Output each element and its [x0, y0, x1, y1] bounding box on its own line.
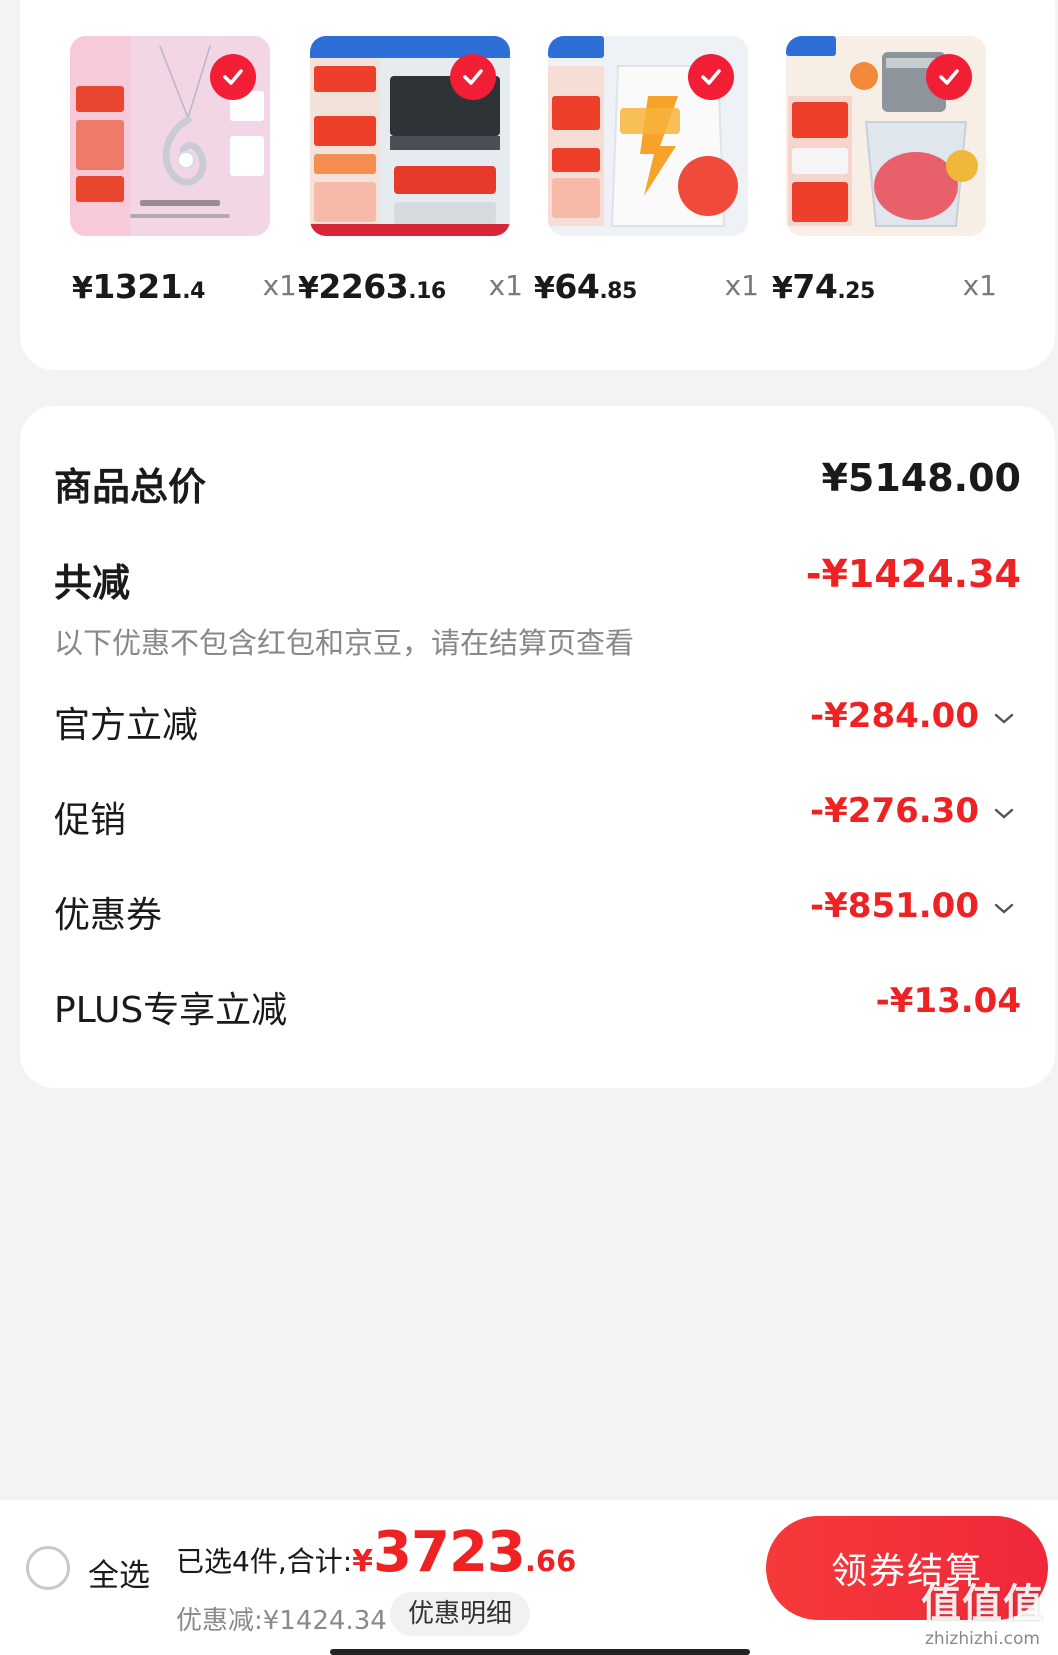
discount-value: -¥851.00: [810, 886, 979, 926]
product-thumbnail-3[interactable]: [548, 36, 748, 236]
total-amount-integer: 3723: [373, 1520, 526, 1585]
home-indicator[interactable]: [330, 1649, 750, 1655]
select-all-label[interactable]: 全选: [88, 1550, 150, 1595]
chevron-down-icon[interactable]: [993, 902, 1015, 916]
watermark-logo: 值值值: [921, 1581, 1044, 1627]
discount-value: -¥13.04: [875, 981, 1021, 1021]
product-quantity: x1: [962, 269, 997, 302]
discount-row-coupon[interactable]: 优惠券 -¥851.00: [54, 886, 1021, 936]
discount-label: 优惠券: [54, 895, 163, 936]
discount-note: 以下优惠不包含红包和京豆，请在结算页查看: [54, 626, 635, 660]
discount-value: -¥276.30: [810, 791, 979, 831]
selected-count-text: 已选4件,合计:: [176, 1545, 353, 1578]
checkout-bar: 全选 已选4件,合计:¥3723.66 优惠减:¥1424.34 优惠明细 领券…: [0, 1500, 1058, 1655]
goods-total-label: 商品总价: [54, 465, 207, 509]
goods-total-row: 商品总价 ¥5148.00: [54, 456, 1021, 509]
selected-check-icon[interactable]: [210, 54, 256, 100]
product-quantity: x1: [724, 269, 759, 302]
total-amount-decimal: .66: [524, 1544, 577, 1578]
product-price-row-4: ¥74.25 x1: [772, 262, 997, 306]
product-price: ¥64.85: [534, 267, 637, 306]
total-reduction-label: 共减: [54, 561, 131, 605]
product-price: ¥1321.4: [72, 267, 205, 306]
select-all-checkbox[interactable]: [26, 1546, 70, 1590]
discount-row-plus: PLUS专享立减 -¥13.04: [54, 981, 1021, 1031]
total-reduction-row: 共减 -¥1424.34: [54, 552, 1021, 605]
discount-label: 官方立减: [54, 705, 199, 746]
discount-value: -¥284.00: [810, 696, 979, 736]
products-card: ¥1321.4 x1 ¥2263.16 x1 ¥64.85 x1 ¥74.25 …: [20, 0, 1055, 370]
watermark-url: zhizhizhi.com: [925, 1629, 1040, 1649]
product-quantity: x1: [262, 269, 297, 302]
discount-summary-text: 优惠减:¥1424.34: [176, 1606, 387, 1636]
discount-detail-button[interactable]: 优惠明细: [390, 1592, 531, 1636]
product-thumbnail-2[interactable]: [310, 36, 510, 236]
selected-check-icon[interactable]: [926, 54, 972, 100]
selected-check-icon[interactable]: [688, 54, 734, 100]
discount-label: 促销: [54, 800, 127, 841]
product-thumbnail-1[interactable]: [70, 36, 270, 236]
discount-label: PLUS专享立减: [54, 990, 288, 1031]
total-currency: ¥: [352, 1544, 374, 1579]
product-price: ¥2263.16: [298, 267, 446, 306]
total-reduction-value: -¥1424.34: [805, 552, 1021, 596]
product-price-row-2: ¥2263.16 x1: [298, 262, 523, 306]
chevron-down-icon[interactable]: [993, 712, 1015, 726]
chevron-down-icon[interactable]: [993, 807, 1015, 821]
price-summary-card: 商品总价 ¥5148.00 共减 -¥1424.34 以下优惠不包含红包和京豆，…: [20, 406, 1055, 1088]
product-quantity: x1: [488, 269, 523, 302]
product-price-row-3: ¥64.85 x1: [534, 262, 759, 306]
selected-check-icon[interactable]: [450, 54, 496, 100]
product-price-row-1: ¥1321.4 x1: [72, 262, 297, 306]
goods-total-value: ¥5148.00: [821, 456, 1021, 500]
discount-row-promotion[interactable]: 促销 -¥276.30: [54, 791, 1021, 841]
product-price: ¥74.25: [772, 267, 875, 306]
discount-row-official[interactable]: 官方立减 -¥284.00: [54, 696, 1021, 746]
product-thumbnail-4[interactable]: [786, 36, 986, 236]
selected-total: 已选4件,合计:¥3723.66: [176, 1520, 576, 1585]
site-watermark: 值值值 zhizhizhi.com: [921, 1571, 1044, 1649]
